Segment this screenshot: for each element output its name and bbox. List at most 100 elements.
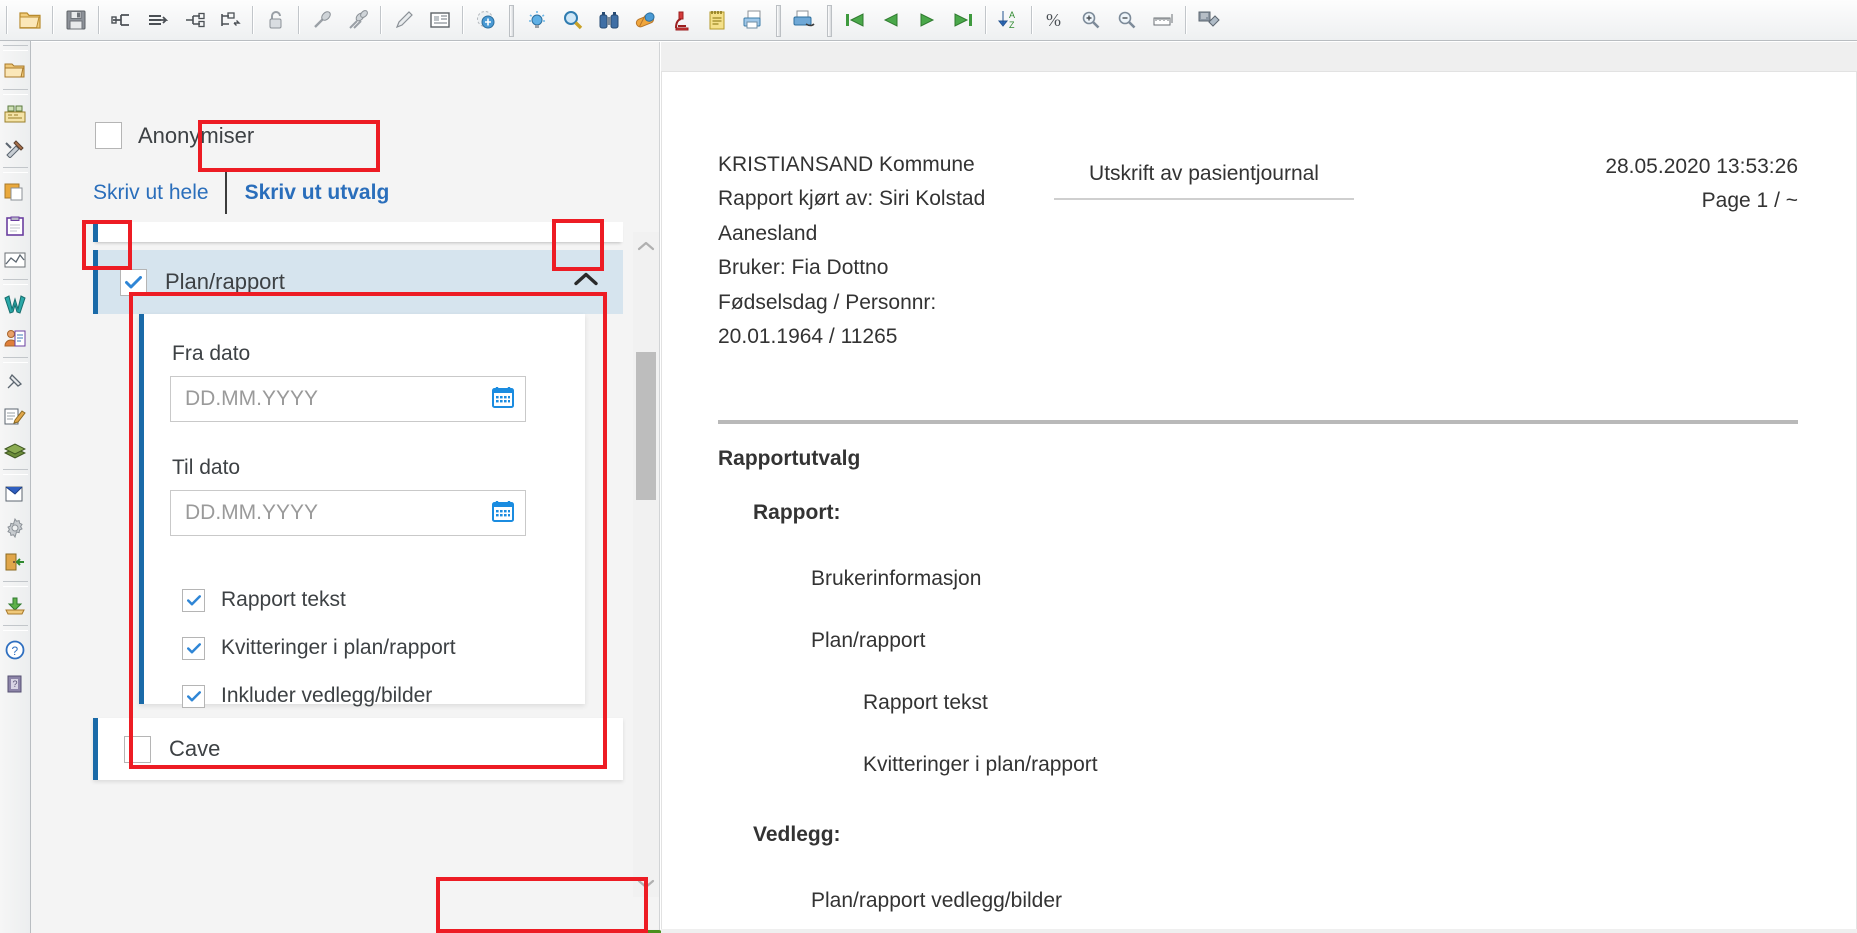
attach-icon[interactable]	[304, 3, 340, 37]
outdent-icon[interactable]	[176, 3, 212, 37]
kvitteringer-checkbox[interactable]	[182, 636, 205, 660]
lightbulb-icon[interactable]	[519, 3, 555, 37]
main-toolbar: AZ %	[0, 0, 1857, 41]
tab-skriv-ut-utvalg[interactable]: Skriv ut utvalg	[224, 172, 408, 214]
left-icon-rail: ? ?	[0, 41, 31, 933]
microscope-icon[interactable]	[663, 3, 699, 37]
sidebar-envelope-icon[interactable]	[1, 477, 30, 511]
zoom-search-icon[interactable]	[555, 3, 591, 37]
sidebar-documents-icon[interactable]	[1, 175, 30, 209]
rapport-tekst-label: Rapport tekst	[221, 588, 346, 611]
option-rapport-tekst[interactable]: Rapport tekst	[182, 588, 585, 612]
til-dato-placeholder: DD.MM.YYYY	[185, 501, 319, 524]
rapport-tekst-checkbox[interactable]	[182, 588, 205, 612]
toolbar-separator	[507, 5, 516, 37]
svg-text:A: A	[1009, 10, 1015, 20]
checkmark-icon	[186, 690, 201, 701]
toolbar-separator	[52, 6, 54, 34]
sidebar-manual-icon[interactable]: ?	[1, 667, 30, 701]
scrollbar-thumb[interactable]	[636, 352, 656, 500]
report-header-right: 28.05.2020 13:53:26 Page 1 / ~	[1605, 150, 1798, 217]
percent-icon[interactable]: %	[1037, 3, 1073, 37]
options-scrollbar[interactable]	[633, 232, 659, 897]
sidebar-organization-icon[interactable]	[1, 97, 30, 131]
previous-record-icon[interactable]	[873, 3, 909, 37]
report-header: KRISTIANSAND Kommune Rapport kjørt av: S…	[718, 150, 1798, 357]
zoom-out-icon[interactable]	[1109, 3, 1145, 37]
indent-in-icon[interactable]	[104, 3, 140, 37]
next-record-icon[interactable]	[909, 3, 945, 37]
birth-label-line: Fødselsdag / Personnr:	[718, 290, 937, 314]
sidebar-help-icon[interactable]: ?	[1, 633, 30, 667]
chevron-up-icon[interactable]	[571, 271, 601, 294]
promote-icon[interactable]	[212, 3, 248, 37]
cave-checkbox[interactable]	[124, 735, 151, 763]
first-record-icon[interactable]	[837, 3, 873, 37]
svg-text:%: %	[1046, 10, 1061, 30]
sidebar-download-icon[interactable]	[1, 589, 30, 623]
checkmark-icon	[125, 275, 142, 288]
sort-az-icon[interactable]: AZ	[991, 3, 1027, 37]
rail-separator	[2, 167, 28, 173]
last-record-icon[interactable]	[945, 3, 981, 37]
til-dato-label: Til dato	[172, 456, 241, 479]
sidebar-word-icon[interactable]	[1, 287, 30, 321]
pill-icon[interactable]	[627, 3, 663, 37]
application-window: AZ % ? ? Anonymiser Skriv ut hele Skriv …	[0, 0, 1857, 933]
toolbar-separator	[1185, 6, 1187, 34]
fra-dato-input[interactable]: DD.MM.YYYY	[170, 376, 526, 422]
option-kvitteringer[interactable]: Kvitteringer i plan/rapport	[182, 636, 585, 660]
save-icon[interactable]	[58, 3, 94, 37]
sidebar-open-folder-icon[interactable]	[1, 53, 30, 87]
note-card-icon[interactable]	[422, 3, 458, 37]
calendar-icon[interactable]	[491, 499, 515, 528]
attach-multiple-icon[interactable]	[340, 3, 376, 37]
sidebar-settings-gear-icon[interactable]	[1, 511, 30, 545]
header-divider	[718, 420, 1798, 424]
user-line: Bruker: Fia Dottno	[718, 256, 889, 280]
ruler-icon[interactable]	[1145, 3, 1181, 37]
option-inkluder-vedlegg[interactable]: Inkluder vedlegg/bilder	[182, 684, 585, 708]
calendar-icon[interactable]	[491, 385, 515, 414]
preview-item-plan-rapport: Plan/rapport	[811, 629, 926, 652]
sidebar-exit-door-icon[interactable]	[1, 545, 30, 579]
unlock-icon[interactable]	[258, 3, 294, 37]
anonymiser-checkbox[interactable]	[95, 122, 122, 149]
toolbar-separator	[825, 5, 834, 37]
section-header-cave[interactable]: Cave	[93, 718, 623, 780]
kvitteringer-label: Kvitteringer i plan/rapport	[221, 636, 456, 659]
sidebar-patient-card-icon[interactable]	[1, 321, 30, 355]
sidebar-chart-icon[interactable]	[1, 243, 30, 277]
anonymiser-row[interactable]: Anonymiser	[95, 122, 254, 149]
tools-icon[interactable]	[1191, 3, 1227, 37]
rail-separator	[2, 279, 28, 285]
section-option-list: Rapport tekst Kvitteringer i plan/rappor…	[182, 588, 585, 708]
section-title-cave: Cave	[169, 736, 221, 761]
notepad-icon[interactable]	[699, 3, 735, 37]
sidebar-books-icon[interactable]	[1, 433, 30, 467]
section-header-plan-rapport[interactable]: Plan/rapport	[93, 250, 623, 314]
sidebar-clipboard-icon[interactable]	[1, 209, 30, 243]
binoculars-icon[interactable]	[591, 3, 627, 37]
print-preview-icon[interactable]	[735, 3, 771, 37]
birth-value-line: 20.01.1964 / 11265	[718, 325, 898, 349]
til-dato-input[interactable]: DD.MM.YYYY	[170, 490, 526, 536]
scrollbar-up-chevron-up-icon[interactable]	[633, 232, 659, 258]
indent-out-icon[interactable]	[140, 3, 176, 37]
section-body-plan-rapport: Fra dato DD.MM.YYYY Til dato DD.MM.YYYY	[139, 314, 585, 708]
pen-icon[interactable]	[386, 3, 422, 37]
sidebar-pin-icon[interactable]	[1, 365, 30, 399]
sidebar-tools-icon[interactable]	[1, 131, 30, 165]
scrollbar-down-chevron-down-icon[interactable]	[633, 871, 659, 897]
refresh-globe-icon[interactable]	[468, 3, 504, 37]
rail-separator	[2, 625, 28, 631]
inkluder-vedlegg-label: Inkluder vedlegg/bilder	[221, 684, 433, 707]
tab-skriv-ut-hele[interactable]: Skriv ut hele	[93, 172, 225, 214]
print-icon[interactable]	[786, 3, 822, 37]
rail-separator	[2, 45, 28, 51]
inkluder-vedlegg-checkbox[interactable]	[182, 684, 205, 708]
plan-rapport-checkbox[interactable]	[120, 268, 147, 296]
sidebar-edit-note-icon[interactable]	[1, 399, 30, 433]
open-folder-icon[interactable]	[12, 3, 48, 37]
zoom-in-icon[interactable]	[1073, 3, 1109, 37]
